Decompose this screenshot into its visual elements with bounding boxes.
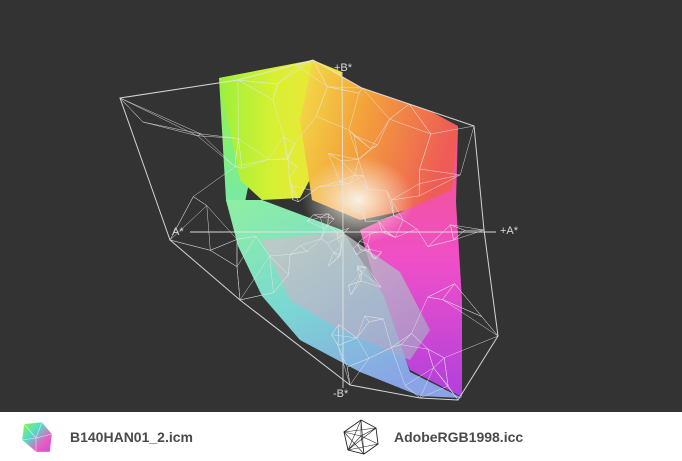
wireframe-gamut-icon xyxy=(343,418,379,454)
legend-label-display-profile: B140HAN01_2.icm xyxy=(70,428,193,445)
color-gamut-icon xyxy=(21,421,53,452)
axis-label-plus-a: +A* xyxy=(500,225,519,237)
legend-item-reference-profile: AdobeRGB1998.icc xyxy=(342,412,523,461)
display-gamut-solid xyxy=(219,60,462,398)
legend-item-display-profile: B140HAN01_2.icm xyxy=(18,412,193,461)
gamut-viewport[interactable]: +B* +A* A* -B* xyxy=(0,0,682,412)
axis-label-minus-a: A* xyxy=(172,226,184,238)
axis-label-plus-b: +B* xyxy=(334,62,353,74)
legend-label-reference-profile: AdobeRGB1998.icc xyxy=(394,428,524,445)
legend: B140HAN01_2.icm AdobeRGB1998.icc xyxy=(0,412,682,461)
axis-label-minus-b: -B* xyxy=(333,388,349,400)
